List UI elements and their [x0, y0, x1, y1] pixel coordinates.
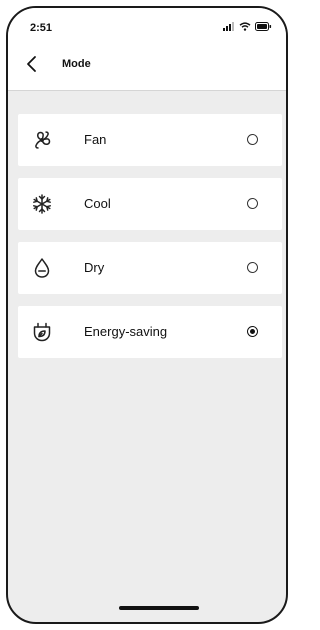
fan-icon: [35, 131, 51, 149]
status-icons: [223, 22, 272, 31]
snowflake-icon: [33, 194, 51, 214]
radio-fan[interactable]: [247, 134, 258, 145]
signal-icon: [223, 22, 234, 31]
mode-label: Dry: [84, 260, 105, 275]
radio-energy-saving[interactable]: [247, 326, 258, 337]
wifi-icon: [239, 22, 251, 31]
header-divider: [8, 90, 286, 91]
back-chevron-icon[interactable]: [20, 52, 44, 76]
mode-label: Fan: [84, 132, 107, 147]
mode-option-dry[interactable]: Dry: [18, 242, 282, 294]
header-area: 2:51 Mode: [8, 8, 286, 90]
nav-bar: Mode: [8, 46, 286, 86]
leaf-plug-icon: [33, 322, 51, 342]
mode-label: Cool: [84, 196, 111, 211]
mode-label: Energy-saving: [84, 324, 168, 339]
status-time: 2:51: [30, 22, 53, 34]
radio-dry[interactable]: [247, 262, 258, 273]
mode-option-cool[interactable]: Cool: [18, 178, 282, 230]
status-bar: 2:51: [8, 8, 286, 44]
battery-icon: [255, 22, 272, 31]
mode-list: Fan Cool Dry Energy-saving: [18, 114, 282, 370]
mode-option-energy-saving[interactable]: Energy-saving: [18, 306, 282, 358]
home-indicator[interactable]: [119, 606, 199, 610]
page-title: Mode: [62, 58, 91, 70]
droplet-icon: [34, 258, 50, 278]
mode-option-fan[interactable]: Fan: [18, 114, 282, 166]
phone-frame: 2:51 Mode Fan Cool Dry Energy-saving: [6, 6, 288, 624]
radio-cool[interactable]: [247, 198, 258, 209]
